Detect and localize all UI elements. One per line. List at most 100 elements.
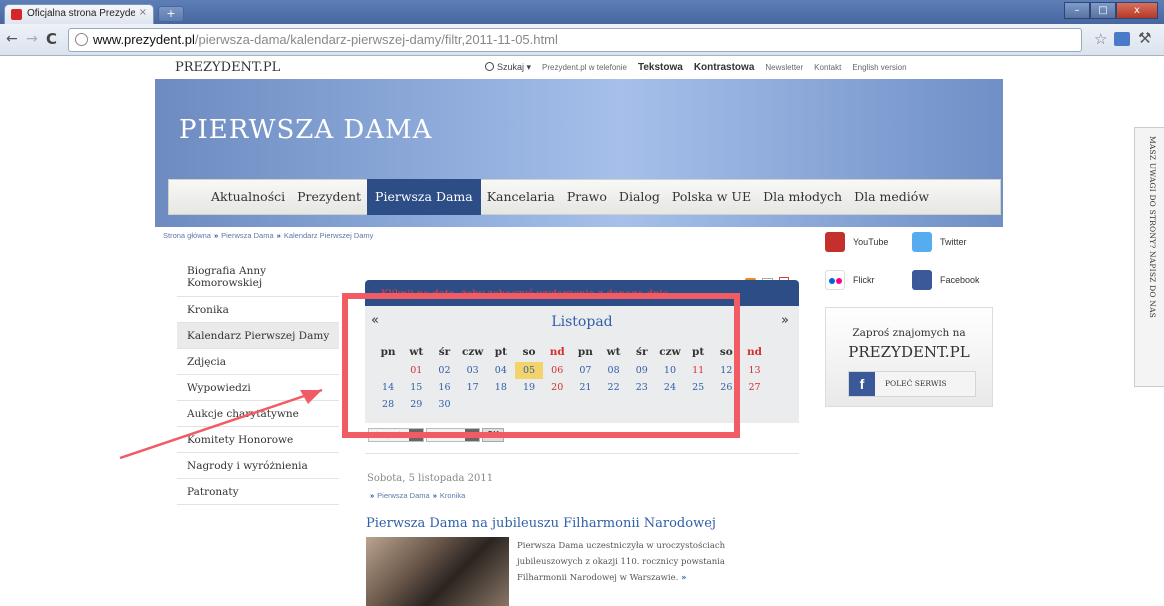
calendar-day-header: pt (494, 346, 507, 358)
flickr-icon[interactable] (825, 270, 845, 290)
site-logo[interactable]: PREZYDENT.PL (175, 60, 280, 75)
calendar-day[interactable]: 21 (571, 379, 599, 396)
calendar-empty-cell (628, 396, 656, 413)
calendar-day[interactable]: 06 (543, 362, 571, 379)
calendar-day[interactable]: 10 (656, 362, 684, 379)
browser-tab[interactable]: Oficjalna strona Prezydenta × (4, 4, 154, 24)
nav-dialog[interactable]: Dialog (613, 179, 666, 215)
minimize-button[interactable]: – (1064, 2, 1090, 19)
calendar-day[interactable]: 16 (430, 379, 458, 396)
breadcrumb-kalendarz[interactable]: Kalendarz Pierwszej Damy (284, 231, 374, 240)
nav-prezydent[interactable]: Prezydent (291, 179, 367, 215)
bookmark-star-icon[interactable]: ☆ (1094, 30, 1107, 48)
contrast-version-link[interactable]: Kontrastowa (694, 62, 755, 73)
calendar-day[interactable]: 04 (487, 362, 515, 379)
tab-title: Oficjalna strona Prezydenta (27, 8, 135, 19)
close-window-button[interactable]: x (1116, 2, 1158, 19)
nav-pierwsza-dama[interactable]: Pierwsza Dama (367, 179, 481, 215)
sidebar-item-wypowiedzi[interactable]: Wypowiedzi (177, 375, 339, 401)
calendar-day-header: śr (636, 346, 648, 358)
calendar-day-header: so (522, 346, 536, 358)
nav-aktualnosci[interactable]: Aktualności (205, 179, 291, 215)
sidebar-item-kalendarz[interactable]: Kalendarz Pierwszej Damy (177, 323, 339, 349)
calendar-day[interactable]: 26 (712, 379, 740, 396)
calendar-day[interactable]: 19 (515, 379, 543, 396)
address-bar[interactable]: www.prezydent.pl/pierwsza-dama/kalendarz… (68, 28, 1082, 52)
recommend-button[interactable]: f POLEĆ SERWIS (848, 371, 976, 397)
calendar-day[interactable]: 05 (514, 362, 544, 379)
breadcrumb-home[interactable]: Strona główna (163, 231, 211, 240)
nav-kancelaria[interactable]: Kancelaria (481, 179, 561, 215)
calendar-day[interactable]: 23 (628, 379, 656, 396)
calendar-day[interactable]: 22 (600, 379, 628, 396)
calendar-day[interactable]: 14 (374, 379, 402, 396)
calendar-day[interactable]: 20 (543, 379, 571, 396)
calendar-day[interactable]: 27 (740, 379, 768, 396)
calendar-day[interactable]: 29 (402, 396, 430, 413)
maximize-button[interactable]: □ (1090, 2, 1116, 19)
year-select[interactable]: 2011 ▼ (426, 428, 480, 442)
month-select[interactable]: Listopad ▼ (368, 428, 424, 442)
tab-close-icon[interactable]: × (139, 7, 147, 18)
newsletter-link[interactable]: Newsletter (765, 63, 803, 72)
sidebar-item-patronaty[interactable]: Patronaty (177, 479, 339, 505)
youtube-link[interactable]: YouTube (853, 237, 888, 247)
english-version-link[interactable]: English version (852, 63, 906, 72)
reload-icon[interactable]: C (46, 30, 57, 48)
nav-dla-mediow[interactable]: Dla mediów (848, 179, 935, 215)
calendar-day[interactable]: 17 (459, 379, 487, 396)
forward-arrow-icon[interactable]: → (26, 31, 38, 47)
calendar-day[interactable]: 09 (628, 362, 656, 379)
calendar-week-row: 14 15 16 17 18 19 20 21 22 23 24 25 26 27 (374, 379, 769, 396)
calendar-day[interactable]: 15 (402, 379, 430, 396)
url-text: www.prezydent.pl/pierwsza-dama/kalendarz… (93, 32, 558, 47)
nav-dla-mlodych[interactable]: Dla młodych (757, 179, 848, 215)
text-version-link[interactable]: Tekstowa (638, 62, 683, 73)
page-icon[interactable] (1114, 32, 1130, 46)
phone-link[interactable]: Prezydent.pl w telefonie (542, 63, 627, 72)
breadcrumb-pierwsza-dama[interactable]: Pierwsza Dama (221, 231, 274, 240)
calendar-empty-cell (684, 396, 712, 413)
calendar-day[interactable]: 18 (487, 379, 515, 396)
nav-prawo[interactable]: Prawo (561, 179, 613, 215)
feedback-tab[interactable]: MASZ UWAGI DO STRONY? NAPISZ DO NAS (1134, 127, 1164, 387)
new-tab-button[interactable]: + (158, 6, 184, 22)
contact-link[interactable]: Kontakt (814, 63, 841, 72)
sidebar-item-komitety[interactable]: Komitety Honorowe (177, 427, 339, 453)
calendar-day[interactable]: 24 (656, 379, 684, 396)
nav-polska-w-ue[interactable]: Polska w UE (666, 179, 757, 215)
wrench-icon[interactable]: ⚒ (1138, 29, 1151, 47)
calendar-day[interactable]: 07 (571, 362, 599, 379)
ok-button[interactable]: OK (482, 428, 504, 442)
sidebar-item-biografia[interactable]: Biografia Anny Komorowskiej (177, 259, 339, 297)
twitter-link[interactable]: Twitter (940, 237, 967, 247)
calendar-day[interactable]: 02 (430, 362, 458, 379)
calendar-day[interactable]: 03 (459, 362, 487, 379)
calendar-day[interactable]: 12 (712, 362, 740, 379)
flickr-link[interactable]: Flickr (853, 275, 875, 285)
article-title[interactable]: Pierwsza Dama na jubileuszu Filharmonii … (366, 516, 716, 531)
calendar-empty-cell (740, 396, 768, 413)
search-link[interactable]: Szukaj ▾ (485, 62, 531, 73)
calendar-day[interactable]: 28 (374, 396, 402, 413)
category-pierwsza-dama[interactable]: Pierwsza Dama (377, 491, 430, 500)
sidebar-item-aukcje[interactable]: Aukcje charytatywne (177, 401, 339, 427)
calendar-next-button[interactable]: » (781, 313, 789, 328)
twitter-icon[interactable] (912, 232, 932, 252)
calendar-day[interactable]: 13 (740, 362, 768, 379)
sidebar-item-zdjecia[interactable]: Zdjęcia (177, 349, 339, 375)
back-arrow-icon[interactable]: ← (6, 31, 18, 47)
read-more-link[interactable]: » (681, 573, 686, 583)
calendar-day[interactable]: 08 (600, 362, 628, 379)
youtube-icon[interactable] (825, 232, 845, 252)
calendar-day[interactable]: 11 (684, 362, 712, 379)
calendar-day[interactable]: 01 (402, 362, 430, 379)
category-kronika[interactable]: Kronika (440, 491, 465, 500)
calendar-day[interactable]: 25 (684, 379, 712, 396)
sidebar-item-kronika[interactable]: Kronika (177, 297, 339, 323)
facebook-icon[interactable] (912, 270, 932, 290)
facebook-link[interactable]: Facebook (940, 275, 980, 285)
article-photo[interactable] (366, 537, 509, 606)
sidebar-item-nagrody[interactable]: Nagrody i wyróżnienia (177, 453, 339, 479)
calendar-day[interactable]: 30 (430, 396, 458, 413)
